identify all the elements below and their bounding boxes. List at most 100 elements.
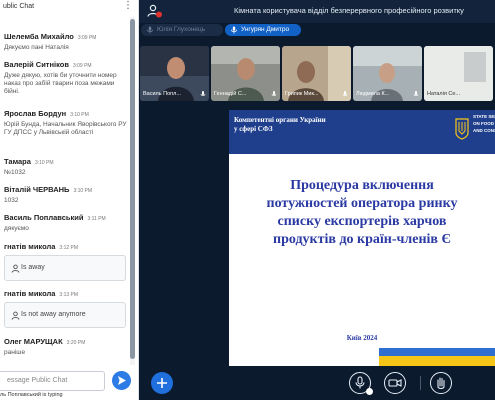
chat-scrollbar[interactable]	[130, 17, 135, 365]
chat-message: гнатів микола 3:13 PM	[4, 287, 128, 300]
talking-indicator-active[interactable]: Унгурян Дмитро	[225, 24, 301, 36]
slide-title-line: списку експортерів харчов	[277, 214, 447, 229]
video-tile[interactable]: Василь Попл...	[140, 46, 209, 101]
message-author: Василь Поплавський	[4, 213, 84, 222]
microphone-icon	[271, 91, 277, 96]
chat-message: Шелемба Михайло 3:09 PM Дякуємо пані Ната…	[4, 30, 128, 52]
message-time: 3:10 PM	[73, 188, 93, 194]
message-text: Дуже дякую, хотів би уточнити номер нака…	[4, 72, 117, 95]
talking-indicator[interactable]: Юлія Глухонець	[141, 24, 223, 36]
audio-settings-badge[interactable]	[366, 388, 373, 395]
message-author: Шелемба Михайло	[4, 32, 74, 41]
microphone-icon	[413, 91, 419, 96]
message-author: Ярослав Бордун	[4, 109, 67, 118]
participant-name: Наталія Се...	[427, 91, 460, 97]
status-notice: Is not away anymore	[4, 302, 126, 328]
scroll-thumb[interactable]	[130, 19, 135, 359]
chat-title: ublic Chat	[3, 3, 35, 10]
message-time: 3:13 PM	[59, 292, 79, 298]
plus-icon	[157, 378, 167, 388]
video-tile[interactable]: Наталія Се...	[424, 46, 493, 101]
slide-header-band: Компетентні органи України у сфері СФЗ S…	[229, 110, 495, 154]
camera-button[interactable]	[384, 372, 406, 394]
chat-header: ublic Chat ⋮	[0, 0, 138, 17]
talker-name: Юлія Глухонець	[157, 26, 206, 33]
meeting-controls	[139, 366, 495, 400]
slide-footer: Київ 2024	[346, 334, 378, 342]
message-author: Олег МАРУЩАК	[4, 337, 63, 346]
message-text: 1032	[4, 197, 19, 204]
chat-message-list[interactable]: Шелемба Михайло 3:09 PM Дякуємо пані Ната…	[0, 17, 130, 365]
participant-name: Василь Попл...	[143, 91, 181, 97]
chat-message-input[interactable]: essage Public Chat	[0, 371, 105, 391]
message-text: раніше	[4, 349, 26, 356]
message-text: Дякуємо пані Наталія	[4, 44, 69, 51]
slide-title: Процедура включення потужностей оператор…	[229, 177, 495, 249]
message-text: дякуємо	[4, 225, 29, 232]
flag-stripe-yellow	[379, 356, 495, 366]
flag-stripe-blue	[379, 348, 495, 356]
message-author: гнатів микола	[4, 289, 56, 298]
meeting-area: Кімната користувача відділ безперервного…	[139, 0, 495, 400]
message-author: гнатів микола	[4, 242, 56, 251]
slide-title-line: продуктів до країн-членів Є	[273, 232, 451, 247]
message-time: 3:20 PM	[66, 340, 86, 346]
message-author: Віталій ЧЕРВАНЬ	[4, 185, 70, 194]
message-time: 3:09 PM	[72, 63, 92, 69]
talker-name: Унгурян Дмитро	[241, 26, 290, 33]
chat-message: Тамара 3:10 PM №1032	[4, 155, 128, 177]
slide-title-line: потужностей оператора ринку	[266, 196, 458, 211]
chat-message: Віталій ЧЕРВАНЬ 3:10 PM 1032	[4, 183, 128, 205]
raise-hand-button[interactable]	[430, 372, 452, 394]
video-tile[interactable]: Грипик Мик...	[282, 46, 351, 101]
camera-icon	[388, 379, 402, 387]
microphone-icon	[231, 26, 237, 34]
message-text: Юрій Бунда, Начальник Яворівського РУ ГУ…	[4, 121, 127, 136]
room-title: Кімната користувача відділ безперервного…	[234, 6, 464, 15]
status-notice: Is away	[4, 255, 126, 281]
status-text: Is not away anymore	[21, 311, 86, 318]
participant-name: Грипик Мик...	[285, 91, 319, 97]
microphone-icon	[342, 91, 348, 96]
participant-name: Геннадій С...	[214, 91, 247, 97]
actions-button[interactable]	[151, 372, 173, 394]
chat-message: Василь Поплавський 3:11 PM дякуємо	[4, 211, 128, 233]
message-time: 3:10 PM	[70, 112, 89, 118]
message-time: 3:11 PM	[87, 216, 106, 222]
slide-org-line: у сфері СФЗ	[234, 125, 273, 133]
hand-icon	[437, 377, 445, 390]
presentation-slide: Компетентні органи України у сфері СФЗ S…	[229, 110, 495, 366]
message-author: Тамара	[4, 157, 31, 166]
chat-message: Олег МАРУЩАК 3:20 PM раніше	[4, 335, 128, 357]
chat-message: Ярослав Бордун 3:10 PM Юрій Бунда, Началь…	[4, 107, 128, 137]
slide-agency-name: STATE SERVICE ON FOOD SAFETY AND CONSUME…	[473, 114, 495, 133]
user-icon	[11, 311, 20, 320]
slide-title-line: Процедура включення	[290, 178, 434, 193]
public-chat-panel: ublic Chat ⋮ Шелемба Михайло 3:09 PM Дяку…	[0, 0, 139, 400]
typing-indicator: ль Поплавський is typing	[0, 392, 63, 398]
message-time: 3:09 PM	[77, 35, 97, 41]
microphone-icon	[147, 26, 153, 34]
meeting-top-bar: Кімната користувача відділ безперервного…	[139, 0, 495, 23]
message-time: 3:10 PM	[34, 160, 54, 166]
video-tile[interactable]: Геннадій С...	[211, 46, 280, 101]
user-icon	[11, 264, 20, 273]
microphone-icon	[200, 91, 206, 96]
message-time: 3:12 PM	[59, 245, 79, 251]
chat-message: гнатів микола 3:12 PM	[4, 240, 128, 253]
status-text: Is away	[21, 264, 45, 271]
video-tile[interactable]: Людмила К...	[353, 46, 422, 101]
slide-organization: Компетентні органи України у сфері СФЗ	[234, 116, 414, 134]
talking-indicator-row: Юлія Глухонець Унгурян Дмитро	[139, 23, 495, 38]
message-author: Валерій Ситніков	[4, 60, 69, 69]
users-icon[interactable]	[147, 4, 163, 18]
chat-message: Валерій Ситніков 3:09 PM Дуже дякую, хоті…	[4, 58, 128, 96]
more-options-icon[interactable]: ⋮	[123, 1, 133, 11]
send-icon	[118, 376, 126, 385]
participant-name: Людмила К...	[356, 91, 390, 97]
controls-divider	[420, 376, 421, 390]
slide-org-line: Компетентні органи України	[234, 116, 326, 124]
message-text: №1032	[4, 169, 26, 176]
send-button[interactable]	[112, 371, 131, 390]
trident-emblem-icon	[455, 118, 469, 140]
